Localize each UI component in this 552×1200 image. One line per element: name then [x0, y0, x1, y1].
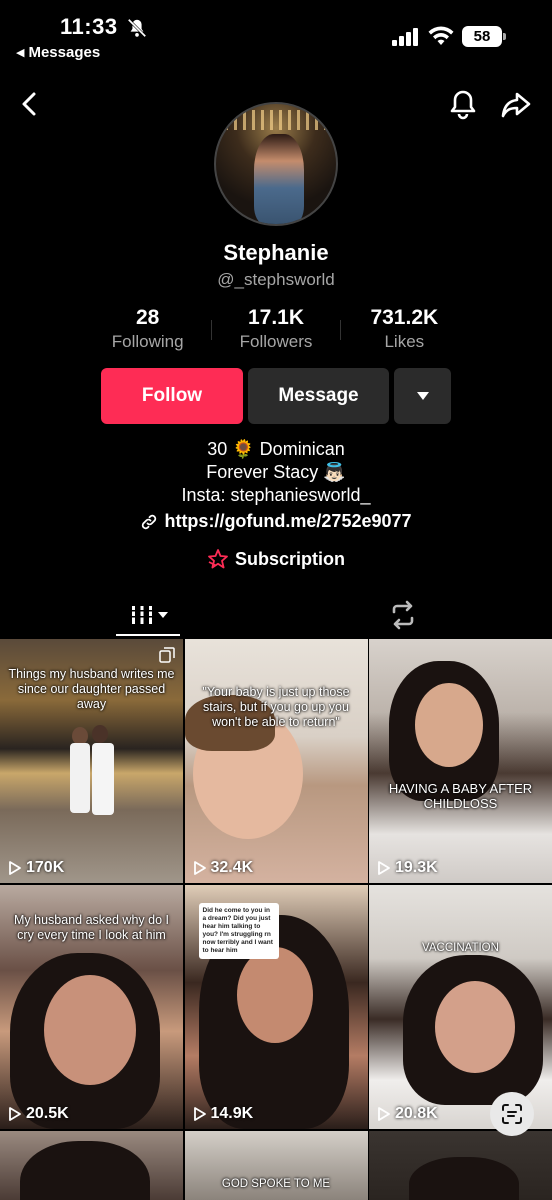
play-icon [9, 861, 21, 875]
battery-indicator: 58 [462, 26, 506, 47]
person-figure [92, 743, 114, 815]
play-icon [378, 1107, 390, 1121]
back-chevron-icon[interactable] [16, 90, 44, 118]
video-caption: My husband asked why do I cry every time… [14, 913, 169, 942]
video-thumbnail[interactable] [0, 1131, 183, 1200]
video-thumbnail[interactable]: Things my husband writes me since our da… [0, 639, 183, 883]
play-icon [9, 1107, 21, 1121]
video-caption: VACCINATION [422, 942, 499, 954]
bell-slash-icon [127, 18, 147, 38]
person-figure [70, 743, 90, 813]
status-bar: 11:33 ◀ Messages 58 [0, 0, 552, 70]
person-face [435, 981, 515, 1073]
video-view-count: 14.9K [193, 1105, 254, 1123]
play-icon [193, 861, 206, 875]
video-view-count: 20.8K [377, 1105, 438, 1123]
suggested-accounts-button[interactable] [394, 368, 451, 424]
scan-button[interactable] [490, 1092, 534, 1136]
play-icon [193, 1107, 206, 1121]
video-grid: Things my husband writes me since our da… [0, 639, 552, 1200]
person-face [236, 947, 313, 1043]
video-view-count: 19.3K [377, 859, 438, 877]
profile-tabs [0, 592, 552, 638]
share-arrow-icon[interactable] [500, 90, 532, 120]
video-caption: GOD SPOKE TO ME [221, 1178, 331, 1190]
video-thumbnail[interactable]: My husband asked why do I cry every time… [0, 885, 183, 1129]
message-button[interactable]: Message [248, 368, 389, 424]
video-view-count: 20.5K [8, 1105, 69, 1123]
follow-button[interactable]: Follow [101, 368, 243, 424]
person-face [44, 975, 136, 1085]
bio-link[interactable]: https://gofund.me/2752e9077 [0, 511, 552, 532]
view-count-text: 32.4K [210, 859, 254, 876]
video-caption: HAVING A BABY AFTER CHILDLOSS [388, 781, 533, 811]
stat-likes[interactable]: 731.2K Likes [341, 306, 468, 356]
active-tab-indicator [116, 634, 180, 636]
view-count-text: 170K [26, 859, 65, 876]
bio-line: Forever Stacy 👼🏻 [206, 462, 346, 482]
video-caption: Things my husband writes me since our da… [8, 667, 175, 711]
subscription-link[interactable]: Subscription [0, 548, 552, 570]
profile-display-name: Stephanie [223, 240, 329, 265]
avatar-background-lights [216, 110, 336, 130]
play-icon [378, 861, 390, 875]
video-thumbnail[interactable] [369, 1131, 552, 1200]
video-view-count: 32.4K [193, 859, 254, 877]
profile-avatar[interactable] [214, 102, 338, 226]
video-caption: "Your baby is just up those stairs, but … [202, 685, 350, 729]
stat-likes-label: Likes [384, 332, 425, 351]
video-thumbnail[interactable]: HAVING A BABY AFTER CHILDLOSS 19.3K [369, 639, 552, 883]
video-thumbnail[interactable]: VACCINATION 20.8K [369, 885, 552, 1129]
subscription-star-icon [208, 549, 228, 569]
notification-bell-icon[interactable] [448, 88, 478, 120]
bio-link-text: https://gofund.me/2752e9077 [164, 511, 412, 531]
video-view-count: 170K [8, 859, 64, 877]
view-count-text: 14.9K [210, 1105, 254, 1122]
wifi-icon [428, 26, 454, 45]
back-triangle-icon: ◀ [16, 47, 25, 59]
view-count-text: 20.8K [395, 1105, 438, 1122]
stat-followers-label: Followers [239, 332, 313, 351]
profile-bio: 30 🌻 Dominican Forever Stacy 👼🏻 Insta: s… [0, 438, 552, 507]
person-hair [20, 1141, 150, 1200]
subscription-label: Subscription [234, 548, 345, 569]
person-face [415, 683, 483, 767]
video-grid-icon [130, 606, 154, 624]
stat-following-label: Following [111, 332, 184, 351]
profile-stats: 28 Following 17.1K Followers 731.2K Like… [84, 306, 468, 356]
repost-icon[interactable] [386, 600, 420, 630]
view-count-text: 20.5K [26, 1105, 69, 1122]
video-thumbnail[interactable]: GOD SPOKE TO ME [184, 1131, 368, 1200]
stat-following[interactable]: 28 Following [84, 306, 211, 356]
reply-comment-card: Did he come to you in a dream? Did you j… [198, 903, 279, 959]
stat-likes-value: 731.2K [370, 306, 439, 329]
video-thumbnail[interactable]: "Your baby is just up those stairs, but … [184, 639, 368, 883]
tab-videos[interactable] [118, 592, 180, 638]
bio-line: Insta: stephaniesworld_ [181, 485, 371, 505]
view-count-text: 19.3K [395, 859, 438, 876]
back-app-label: Messages [28, 44, 101, 61]
link-icon [142, 514, 157, 529]
caret-down-icon [416, 392, 429, 400]
status-time: 11:33 [60, 14, 118, 39]
stat-followers[interactable]: 17.1K Followers [212, 306, 339, 356]
cellular-signal-icon [392, 28, 418, 46]
carousel-icon [159, 647, 175, 663]
stat-following-value: 28 [135, 306, 160, 329]
avatar-person [254, 134, 304, 224]
back-to-messages-link[interactable]: ◀ Messages [16, 44, 100, 61]
profile-username: @_stephsworld [217, 270, 335, 289]
stat-followers-value: 17.1K [247, 306, 305, 329]
person-figure [92, 725, 108, 743]
person-hair [409, 1157, 519, 1200]
video-thumbnail[interactable]: Did he come to you in a dream? Did you j… [184, 885, 368, 1129]
bio-line: 30 🌻 Dominican [207, 439, 345, 459]
scan-text-icon [502, 1104, 522, 1124]
tab-caret-down-icon [158, 612, 168, 618]
